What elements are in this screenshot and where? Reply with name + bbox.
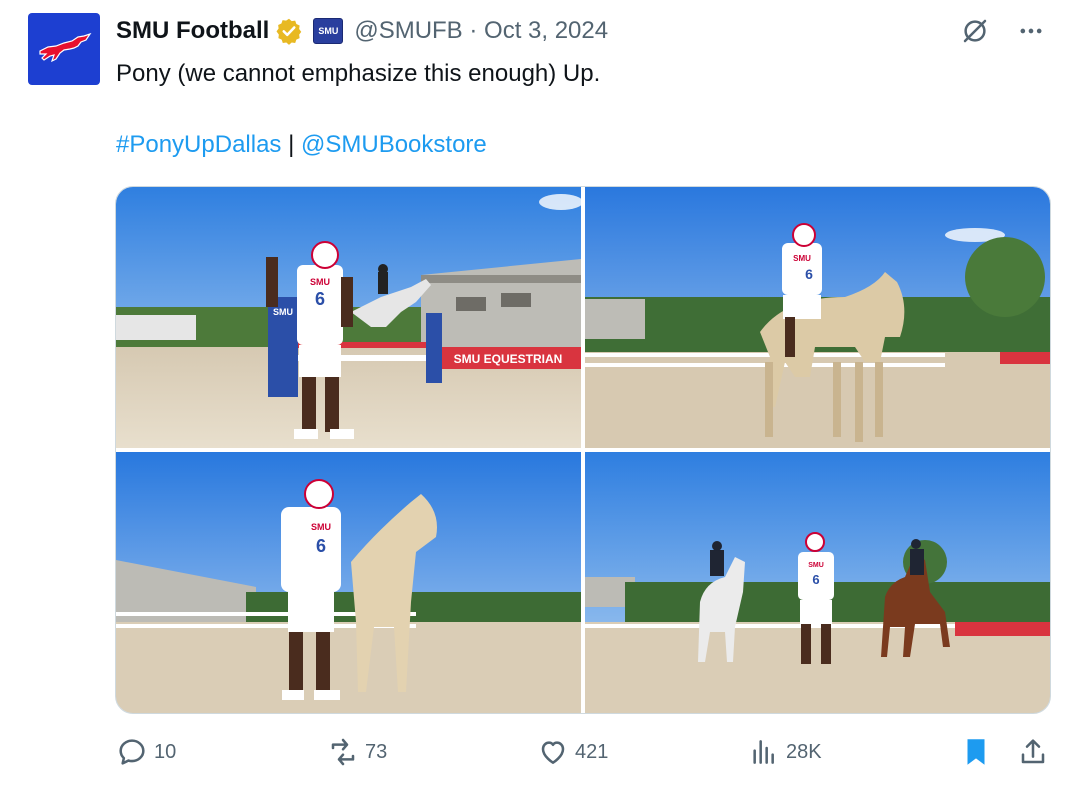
like-count: 421 <box>575 740 609 763</box>
reply-count: 10 <box>154 740 177 763</box>
bookmark-icon <box>967 739 985 765</box>
jersey-top: SMU <box>808 562 824 569</box>
jersey-number: 6 <box>812 572 819 587</box>
share-icon <box>1021 739 1045 764</box>
photo-1[interactable]: SMU EQUESTRIAN SMU SMU 6 <box>116 187 581 448</box>
avatar[interactable] <box>28 13 100 85</box>
repost-count: 73 <box>365 740 388 763</box>
separator: | <box>288 131 295 158</box>
jersey-top: SMU <box>310 277 330 287</box>
photo-3[interactable]: SMU 6 <box>116 452 581 713</box>
action-bar: 10 73 421 28K <box>116 730 1048 774</box>
reply-icon <box>119 739 145 765</box>
tweet-header: SMU Football SMU @SMUFB · Oct 3, 2024 <box>116 13 608 49</box>
view-count: 28K <box>786 740 822 763</box>
heart-icon <box>541 741 565 764</box>
mention-link[interactable]: @SMUBookstore <box>301 131 487 158</box>
grok-icon[interactable] <box>958 14 992 48</box>
jersey-number: 6 <box>805 266 813 282</box>
photo-4[interactable]: SMU 6 <box>585 452 1050 713</box>
hashtag-link[interactable]: #PonyUpDallas <box>116 131 281 158</box>
reply-button[interactable]: 10 <box>116 730 176 774</box>
jersey-top: SMU <box>793 254 811 263</box>
affiliate-badge[interactable]: SMU <box>313 18 344 44</box>
tweet-text: Pony (we cannot emphasize this enough) U… <box>116 60 601 87</box>
display-name[interactable]: SMU Football <box>116 17 269 45</box>
jersey-number: 6 <box>315 289 325 309</box>
like-button[interactable]: 421 <box>537 730 608 774</box>
tweet-links: #PonyUpDallas | @SMUBookstore <box>116 127 487 163</box>
standard-text: SMU <box>273 307 293 317</box>
mustang-logo-icon <box>39 32 92 63</box>
photo-2[interactable]: SMU 6 <box>585 187 1050 448</box>
more-options-icon[interactable] <box>1014 14 1048 48</box>
handle-and-date[interactable]: @SMUFB · Oct 3, 2024 <box>354 17 608 45</box>
banner-text: SMU EQUESTRIAN <box>454 352 563 366</box>
views-chart-icon <box>753 740 774 764</box>
repost-button[interactable]: 73 <box>327 730 387 774</box>
jersey-top: SMU <box>311 522 331 532</box>
bookmark-button[interactable] <box>959 730 993 774</box>
views-button[interactable]: 28K <box>748 730 822 774</box>
share-button[interactable] <box>1017 730 1049 774</box>
media-grid: SMU EQUESTRIAN SMU SMU 6 SMU 6 SMU 6 SMU… <box>115 186 1051 714</box>
repost-icon <box>331 738 355 766</box>
gold-verified-badge-icon[interactable] <box>275 17 303 45</box>
jersey-number: 6 <box>316 536 326 556</box>
